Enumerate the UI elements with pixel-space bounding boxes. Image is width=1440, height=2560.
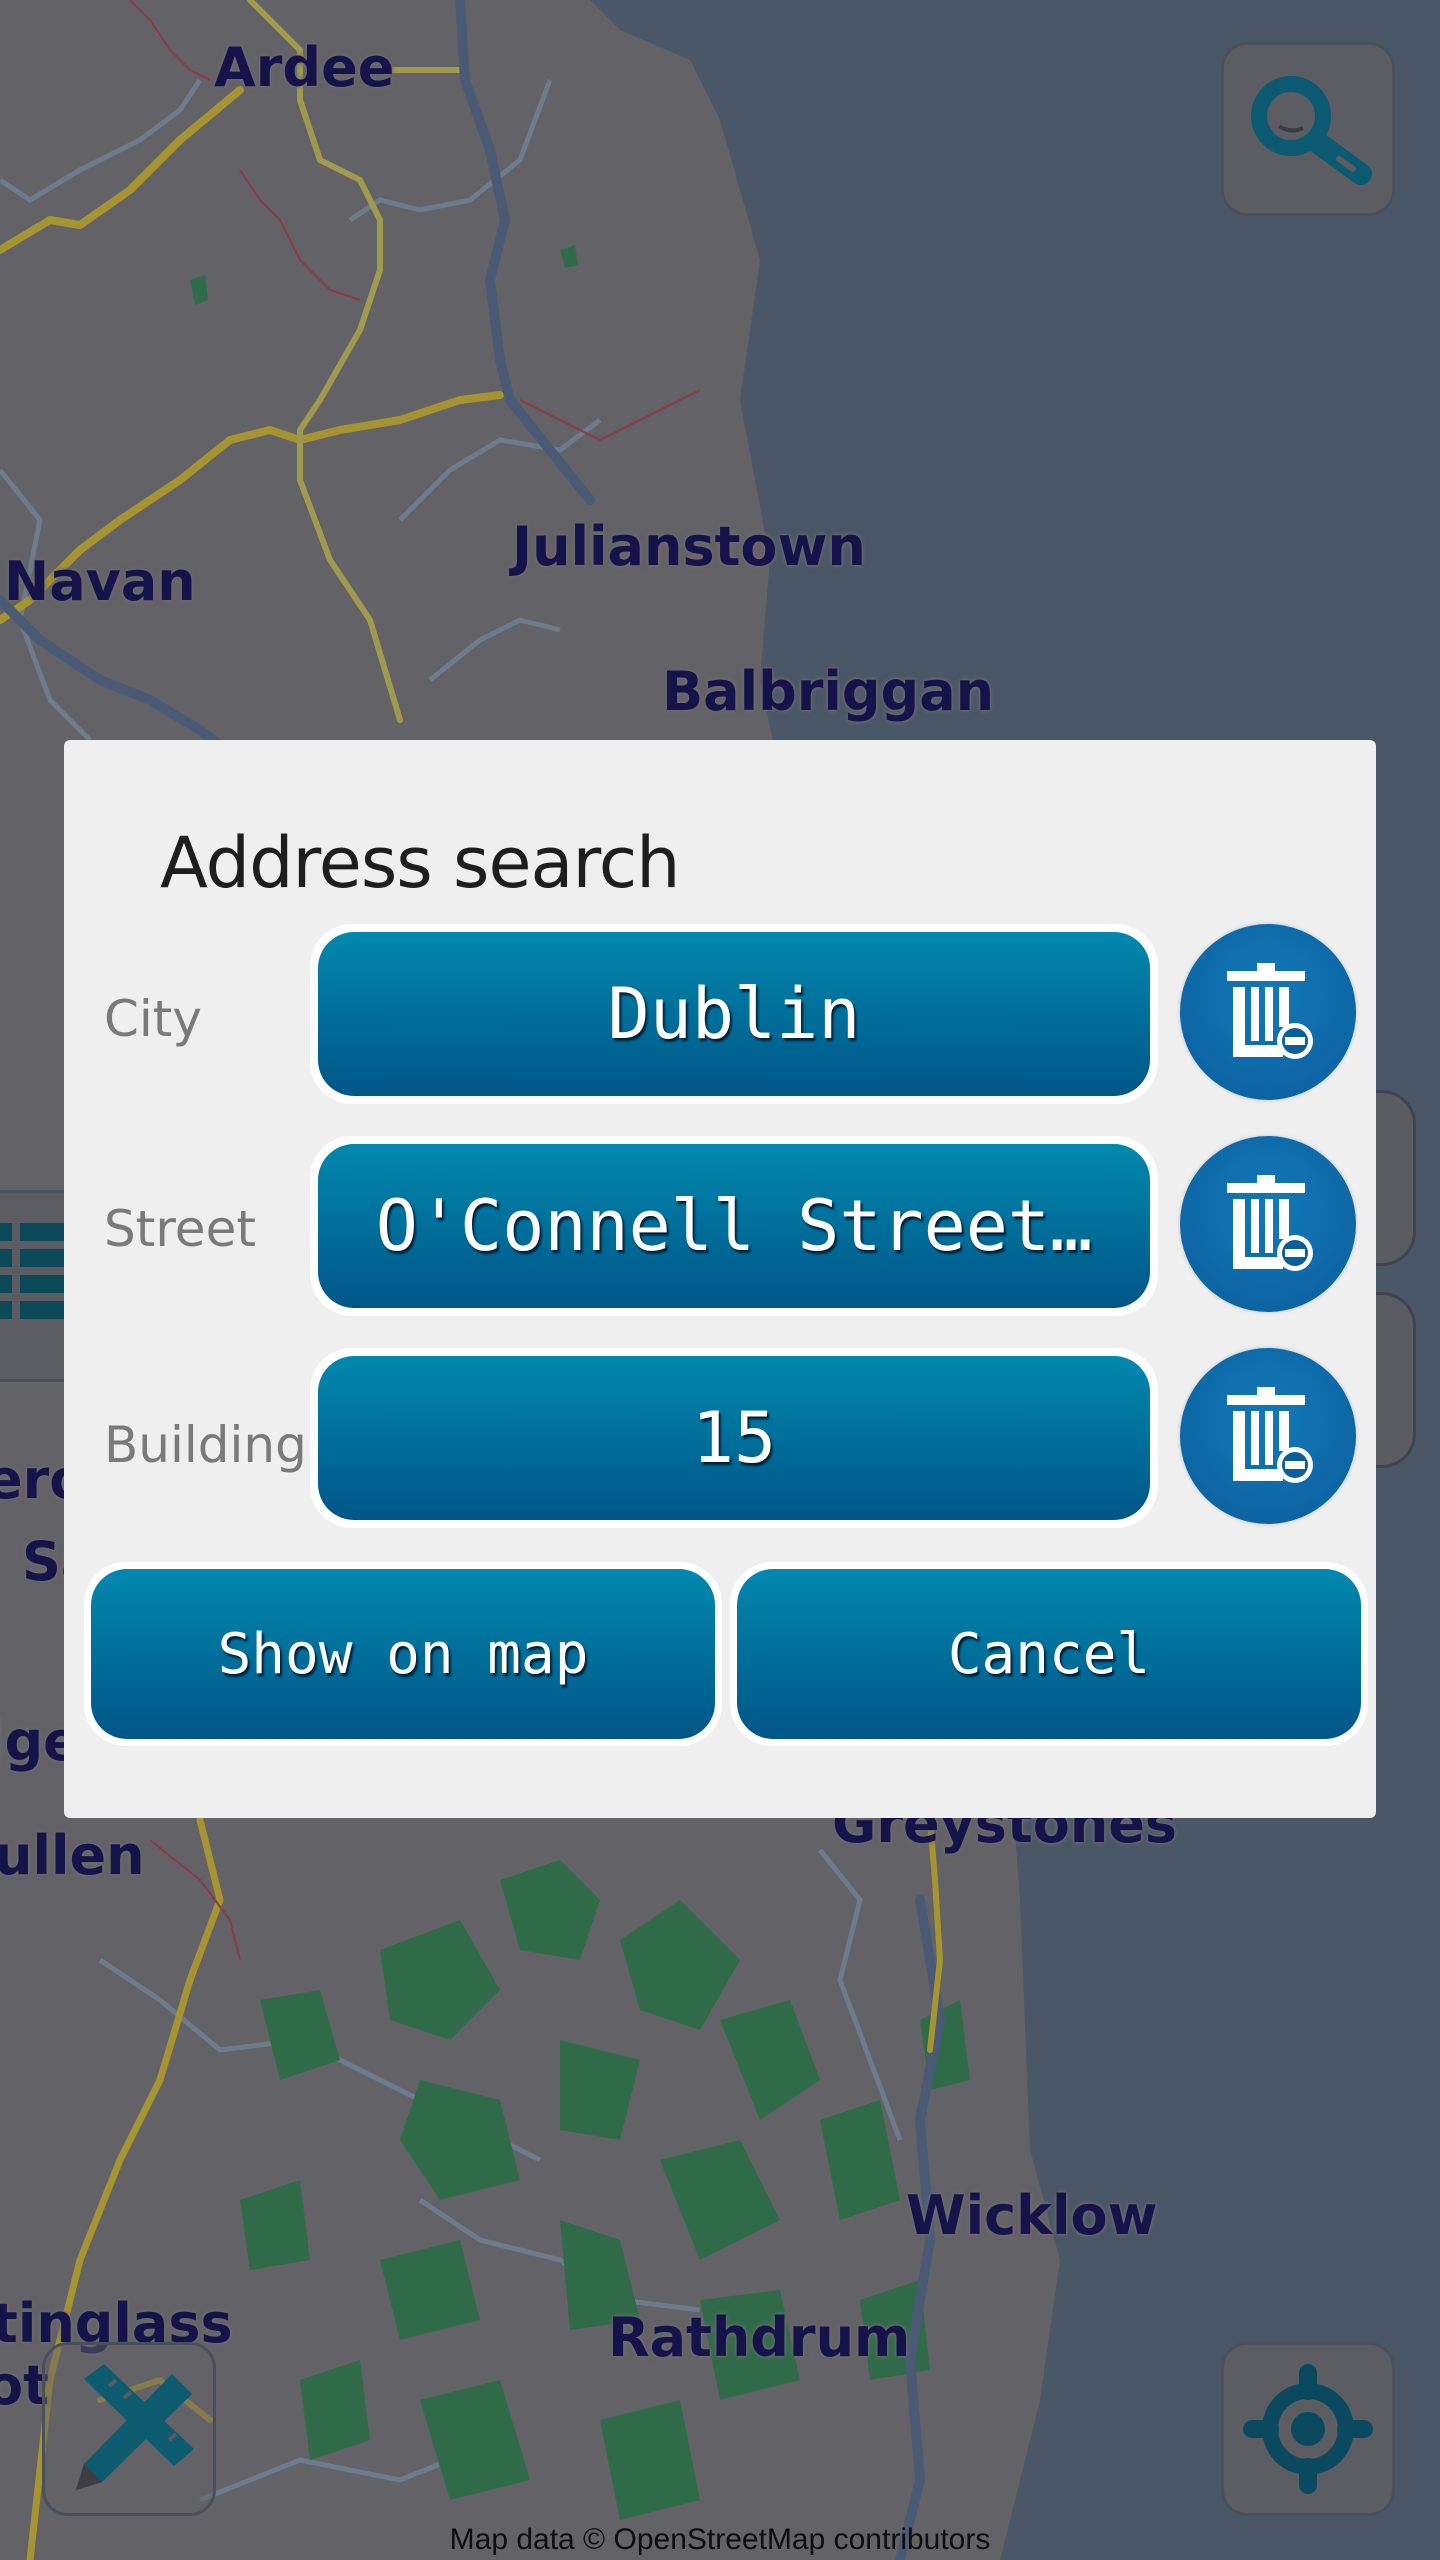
street-value[interactable]: O'Connell Street… bbox=[318, 1144, 1150, 1308]
side-panel-tab[interactable] bbox=[1376, 1292, 1416, 1468]
crosshair-icon bbox=[1243, 2364, 1373, 2494]
city-field[interactable]: Dublin bbox=[310, 924, 1158, 1104]
ruler-pencil-icon bbox=[76, 2364, 194, 2490]
show-on-map-button[interactable]: Show on map bbox=[84, 1562, 722, 1746]
map-label-rathdrum: Rathdrum bbox=[608, 2306, 911, 2369]
clear-street-button[interactable] bbox=[1180, 1136, 1356, 1312]
building-value[interactable]: 15 bbox=[318, 1356, 1150, 1520]
search-icon bbox=[1251, 76, 1372, 185]
trash-icon bbox=[1227, 1175, 1313, 1271]
building-label: Building bbox=[104, 1416, 307, 1474]
trash-icon bbox=[1227, 963, 1313, 1059]
clear-city-button[interactable] bbox=[1180, 924, 1356, 1100]
side-panel-tab[interactable] bbox=[1376, 1090, 1416, 1266]
map-label-balbriggan: Balbriggan bbox=[662, 660, 995, 723]
measure-tool-button[interactable] bbox=[42, 2342, 216, 2516]
layers-button[interactable] bbox=[0, 1190, 64, 1382]
street-label: Street bbox=[104, 1200, 256, 1258]
clear-building-button[interactable] bbox=[1180, 1348, 1356, 1524]
layers-icon bbox=[0, 1223, 64, 1319]
dialog-title: Address search bbox=[160, 822, 681, 904]
map-label-partial: ullen bbox=[0, 1824, 145, 1887]
show-on-map-label: Show on map bbox=[91, 1569, 715, 1739]
city-value[interactable]: Dublin bbox=[318, 932, 1150, 1096]
address-search-dialog: Address search City Dublin Street O'Conn… bbox=[64, 740, 1376, 1818]
cancel-button[interactable]: Cancel bbox=[730, 1562, 1368, 1746]
map-attribution: Map data © OpenStreetMap contributors bbox=[449, 2523, 991, 2556]
street-field[interactable]: O'Connell Street… bbox=[310, 1136, 1158, 1316]
cancel-label: Cancel bbox=[737, 1569, 1361, 1739]
my-location-button[interactable] bbox=[1221, 2342, 1395, 2516]
building-field[interactable]: 15 bbox=[310, 1348, 1158, 1528]
city-label: City bbox=[104, 990, 202, 1048]
map-label-wicklow: Wicklow bbox=[906, 2184, 1158, 2247]
map-label-julianstown: Julianstown bbox=[512, 515, 866, 578]
map-label-navan: Navan bbox=[4, 550, 196, 613]
map-label-ardee: Ardee bbox=[214, 36, 395, 99]
trash-icon bbox=[1227, 1387, 1313, 1483]
search-button[interactable] bbox=[1221, 42, 1395, 216]
